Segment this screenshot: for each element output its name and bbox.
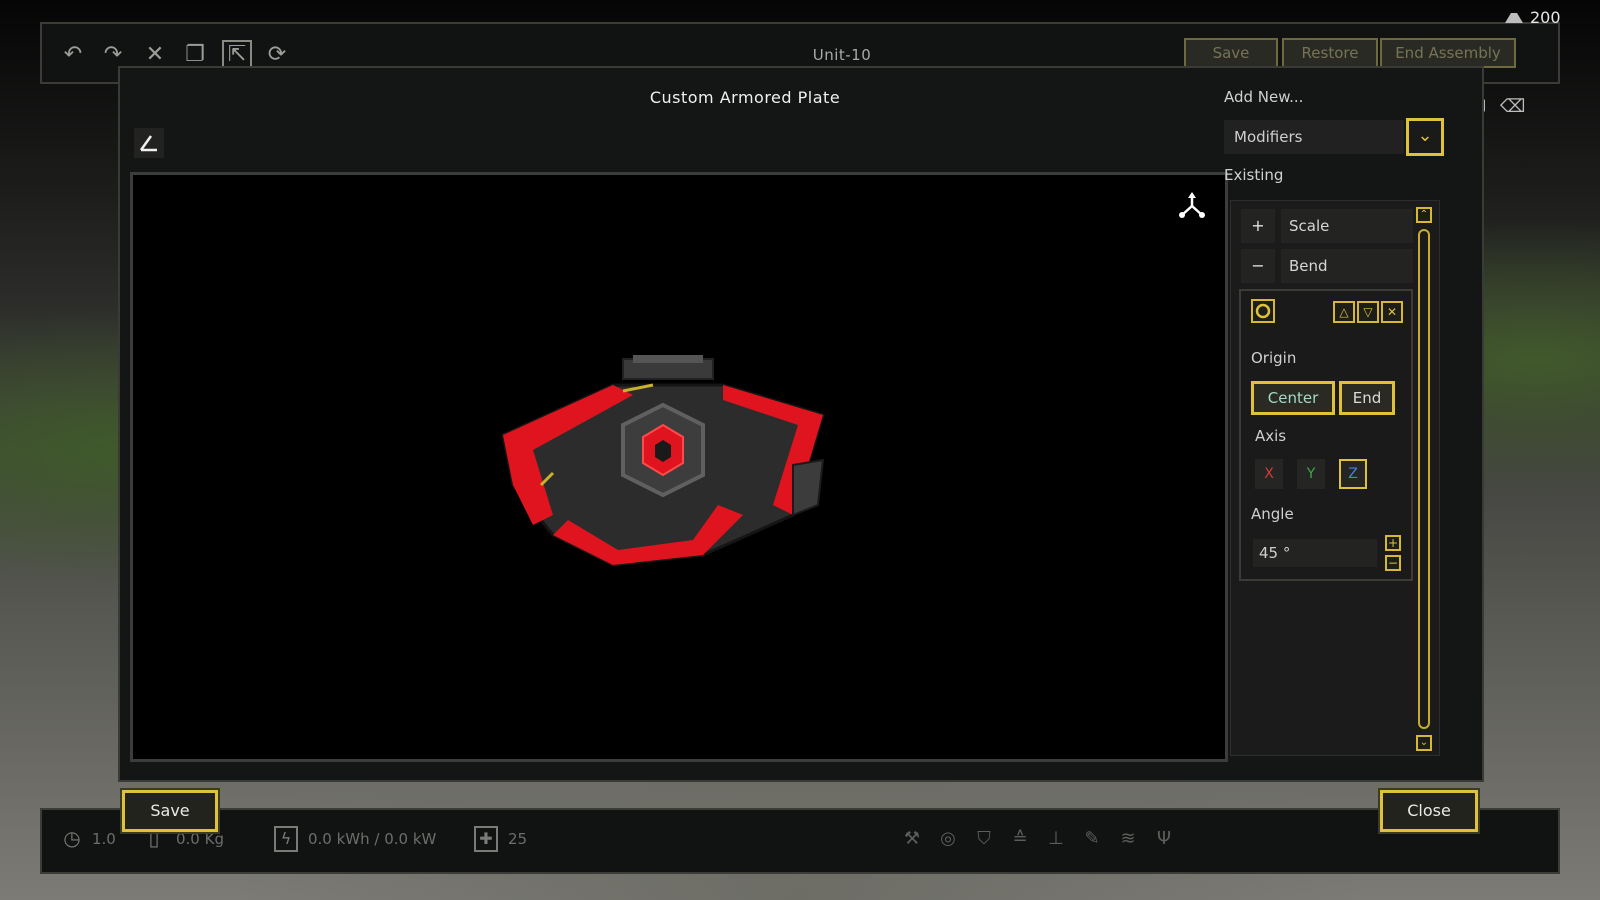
close-icon: ✕ — [1386, 305, 1398, 319]
health-icon: ✚ — [474, 826, 498, 852]
scroll-down-button[interactable]: ⌄ — [1416, 735, 1432, 751]
shield-icon[interactable]: ⛉ — [972, 828, 996, 852]
3d-viewport[interactable] — [130, 172, 1228, 762]
health-value: 25 — [508, 830, 528, 848]
origin-center-button[interactable]: Center — [1251, 381, 1335, 415]
target-icon[interactable]: ◎ — [936, 828, 960, 852]
chevron-up-icon: ⌃ — [1419, 209, 1429, 220]
wave-icon[interactable]: ≋ — [1116, 828, 1140, 852]
axis-y-button[interactable]: Y — [1297, 459, 1325, 489]
minus-icon: − — [1387, 556, 1399, 570]
axis-label: Axis — [1255, 427, 1287, 445]
modifier-dropdown-button[interactable]: ⌄ — [1406, 118, 1444, 156]
clock-icon: ◷ — [63, 826, 81, 850]
power-icon: ϟ — [274, 826, 298, 852]
chevron-down-icon: ⌄ — [1419, 737, 1429, 748]
angle-increment-button[interactable]: + — [1385, 535, 1401, 551]
modifier-label: Bend — [1281, 249, 1413, 283]
angle-input[interactable]: 45 ° — [1253, 539, 1377, 567]
end-assembly-button[interactable]: End Assembly — [1380, 38, 1516, 68]
toggle-visibility-button[interactable] — [1251, 299, 1275, 323]
triangle-up-icon: △ — [1339, 305, 1349, 319]
collapse-icon[interactable]: − — [1241, 249, 1275, 283]
credits-count: 200 — [1530, 8, 1561, 27]
modifier-label: Scale — [1281, 209, 1413, 243]
axis-z-button[interactable]: Z — [1339, 459, 1367, 489]
angle-label: Angle — [1251, 505, 1294, 523]
angle-decrement-button[interactable]: − — [1385, 555, 1401, 571]
chevron-down-icon: ⌄ — [1417, 125, 1433, 146]
list-item[interactable]: − Bend — [1241, 249, 1413, 283]
list-item[interactable]: + Scale — [1241, 209, 1413, 243]
close-button[interactable]: Close — [1378, 788, 1480, 834]
axis-x-button[interactable]: X — [1255, 459, 1283, 489]
scroll-thumb[interactable] — [1418, 229, 1430, 729]
unit-title: Unit-10 — [812, 46, 872, 64]
add-new-label: Add New... — [1224, 88, 1304, 106]
mass-value: 0.0 Kg — [176, 830, 224, 848]
part-editor-dialog: Custom Armored Plate Add New... Modifier… — [118, 66, 1484, 782]
claw-icon[interactable]: Ψ — [1152, 828, 1176, 852]
save-button[interactable]: Save — [1184, 38, 1278, 68]
footer-save-button[interactable]: Save — [120, 788, 220, 834]
modifier-select[interactable]: Modifiers — [1224, 120, 1404, 154]
layers-icon[interactable]: ≙ — [1008, 828, 1032, 852]
modifier-list: + Scale − Bend △ ▽ ✕ Origin Center End A… — [1230, 200, 1440, 756]
undo-icon[interactable]: ↶ — [58, 40, 88, 70]
move-up-button[interactable]: △ — [1333, 301, 1355, 323]
restore-button[interactable]: Restore — [1282, 38, 1378, 68]
wrench-icon[interactable]: ⚒ — [900, 828, 924, 852]
circle-icon — [1255, 303, 1271, 319]
origin-end-button[interactable]: End — [1339, 381, 1395, 415]
time-value: 1.0 — [92, 830, 116, 848]
remove-modifier-button[interactable]: ✕ — [1381, 301, 1403, 323]
credits-icon — [1505, 13, 1523, 23]
existing-label: Existing — [1224, 166, 1284, 184]
eraser-icon[interactable]: ⌫ — [1500, 96, 1526, 118]
power-value: 0.0 kWh / 0.0 kW — [308, 830, 437, 848]
plus-icon: + — [1387, 536, 1399, 550]
angle-icon[interactable] — [134, 128, 164, 158]
origin-label: Origin — [1251, 349, 1297, 367]
pen-icon[interactable]: ✎ — [1080, 828, 1104, 852]
armored-plate-model[interactable] — [493, 355, 833, 585]
bottom-status-bar: ◷ 1.0 ▯ 0.0 Kg ϟ 0.0 kWh / 0.0 kW ✚ 25 ⚒… — [40, 808, 1560, 874]
expand-icon[interactable]: + — [1241, 209, 1275, 243]
move-down-button[interactable]: ▽ — [1357, 301, 1379, 323]
dialog-title: Custom Armored Plate — [649, 88, 841, 107]
crane-icon[interactable]: ⊥ — [1044, 828, 1068, 852]
triangle-down-icon: ▽ — [1363, 305, 1373, 319]
bend-settings-panel: △ ▽ ✕ Origin Center End Axis X Y Z Angle… — [1239, 289, 1413, 581]
modifier-list-scrollbar[interactable]: ⌃ ⌄ — [1415, 207, 1435, 751]
scroll-up-button[interactable]: ⌃ — [1416, 207, 1432, 223]
axis-gizmo-icon[interactable] — [1177, 191, 1207, 221]
